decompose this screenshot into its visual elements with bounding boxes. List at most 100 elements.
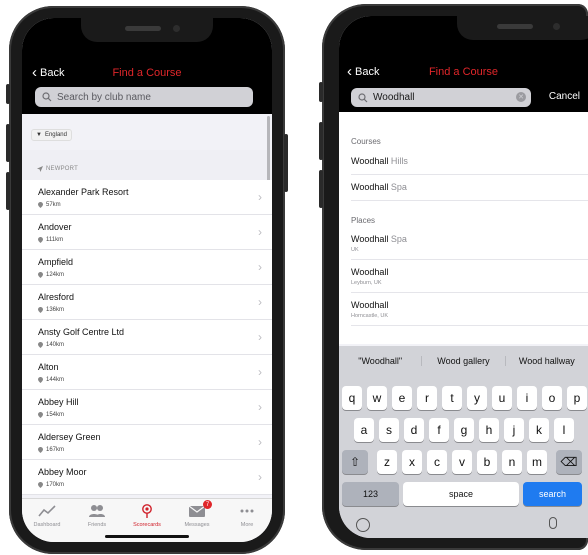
emoji-icon[interactable] — [356, 518, 370, 532]
course-distance-text: 140km — [46, 342, 65, 348]
course-distance: 167km — [38, 447, 64, 453]
courses-header: Courses — [351, 137, 381, 146]
key-t[interactable]: t — [442, 386, 462, 410]
result-match: Woodhall — [351, 156, 389, 166]
course-distance: 136km — [38, 307, 64, 313]
key-l[interactable]: l — [554, 418, 574, 442]
key-e[interactable]: e — [392, 386, 412, 410]
section-label: NEWPORT — [37, 166, 78, 172]
country-filter-label: England — [44, 132, 67, 138]
search-input[interactable]: Woodhall ✕ — [351, 88, 531, 107]
chevron-right-icon: › — [258, 365, 262, 379]
course-name: Aldersey Green — [38, 432, 101, 442]
suggestion-item[interactable]: "Woodhall" — [339, 356, 423, 366]
key-z[interactable]: z — [377, 450, 397, 474]
result-item[interactable]: Woodhall Leyburn, UK — [351, 267, 588, 293]
key-s[interactable]: s — [379, 418, 399, 442]
chevron-right-icon: › — [258, 190, 262, 204]
chevron-right-icon: › — [258, 470, 262, 484]
key-g[interactable]: g — [454, 418, 474, 442]
shift-key[interactable]: ⇧ — [342, 450, 368, 474]
key-h[interactable]: h — [479, 418, 499, 442]
list-item[interactable]: Aldersey Green 167km › — [22, 425, 272, 460]
caret-down-icon: ▼ — [36, 132, 42, 138]
result-item[interactable]: Woodhall Horncastle, UK — [351, 300, 588, 326]
country-filter[interactable]: ▼ England — [31, 129, 72, 141]
screen-find-course-search: ‹ Back Find a Course Woodhall ✕ Cancel C… — [339, 16, 588, 538]
course-distance: 170km — [38, 482, 64, 488]
result-match: Woodhall — [351, 182, 389, 192]
key-p[interactable]: p — [567, 386, 587, 410]
tab-label: Friends — [87, 522, 107, 528]
tab-label: Messages — [184, 522, 210, 528]
tab-dashboard[interactable]: Dashboard — [23, 504, 71, 542]
key-n[interactable]: n — [502, 450, 522, 474]
cancel-button[interactable]: Cancel — [549, 91, 580, 102]
list-item[interactable]: Abbey Moor 170km › — [22, 460, 272, 495]
suggestion-item[interactable]: Wood gallery — [422, 356, 506, 366]
list-item[interactable]: Ampfield 124km › — [22, 250, 272, 285]
result-match: Woodhall — [351, 267, 389, 277]
list-item[interactable]: Andover 111km › — [22, 215, 272, 250]
key-w[interactable]: w — [367, 386, 387, 410]
home-indicator[interactable] — [105, 535, 189, 538]
search-value: Woodhall — [373, 92, 415, 103]
shift-icon: ⇧ — [349, 455, 361, 469]
course-distance-text: 124km — [46, 272, 65, 278]
pin-icon — [38, 447, 43, 453]
list-item[interactable]: Abbey Hill 154km › — [22, 390, 272, 425]
numbers-key[interactable]: 123 — [342, 482, 399, 506]
key-o[interactable]: o — [542, 386, 562, 410]
result-item[interactable]: Woodhall Spa — [351, 182, 588, 201]
key-d[interactable]: d — [404, 418, 424, 442]
clear-icon[interactable]: ✕ — [516, 92, 526, 102]
key-k[interactable]: k — [529, 418, 549, 442]
list-item[interactable]: Alexander Park Resort 57km › — [22, 180, 272, 215]
pin-icon — [38, 202, 43, 208]
section-label-text: NEWPORT — [46, 166, 78, 172]
key-i[interactable]: i — [517, 386, 537, 410]
pin-icon — [38, 237, 43, 243]
page-title: Find a Course — [112, 67, 182, 79]
pin-icon — [38, 482, 43, 488]
location-arrow-icon — [37, 166, 43, 172]
suggestion-bar: "Woodhall" Wood gallery Wood hallway — [339, 346, 588, 376]
backspace-key[interactable]: ⌫ — [556, 450, 582, 474]
key-m[interactable]: m — [527, 450, 547, 474]
search-icon — [42, 92, 52, 102]
list-item[interactable]: Alton 144km › — [22, 355, 272, 390]
key-u[interactable]: u — [492, 386, 512, 410]
key-c[interactable]: c — [427, 450, 447, 474]
list-item[interactable]: Alresford 136km › — [22, 285, 272, 320]
course-distance: 124km — [38, 272, 64, 278]
mute-switch — [319, 82, 323, 102]
course-name: Abbey Hill — [38, 397, 79, 407]
key-a[interactable]: a — [354, 418, 374, 442]
search-field[interactable]: Search by club name — [35, 87, 253, 107]
key-j[interactable]: j — [504, 418, 524, 442]
microphone-icon[interactable] — [549, 517, 557, 529]
list-item[interactable]: Ansty Golf Centre Ltd 140km › — [22, 320, 272, 355]
space-key[interactable]: space — [403, 482, 519, 506]
key-v[interactable]: v — [452, 450, 472, 474]
key-b[interactable]: b — [477, 450, 497, 474]
suggestion-item[interactable]: Wood hallway — [506, 356, 588, 366]
course-distance: 144km — [38, 377, 64, 383]
key-y[interactable]: y — [467, 386, 487, 410]
tab-more[interactable]: More — [223, 504, 271, 542]
result-item[interactable]: Woodhall Spa UK — [351, 234, 588, 260]
pin-icon — [38, 307, 43, 313]
key-f[interactable]: f — [429, 418, 449, 442]
search-key[interactable]: search — [523, 482, 582, 506]
chart-line-icon — [38, 505, 56, 517]
chevron-right-icon: › — [258, 295, 262, 309]
key-x[interactable]: x — [402, 450, 422, 474]
friends-icon — [89, 505, 105, 517]
key-q[interactable]: q — [342, 386, 362, 410]
notch — [81, 18, 213, 42]
key-r[interactable]: r — [417, 386, 437, 410]
result-title: Woodhall Hills — [351, 156, 588, 166]
result-item[interactable]: Woodhall Hills — [351, 156, 588, 175]
course-distance-text: 167km — [46, 447, 65, 453]
screen-find-course-list: ‹ Back Find a Course Search by club name… — [22, 18, 272, 542]
